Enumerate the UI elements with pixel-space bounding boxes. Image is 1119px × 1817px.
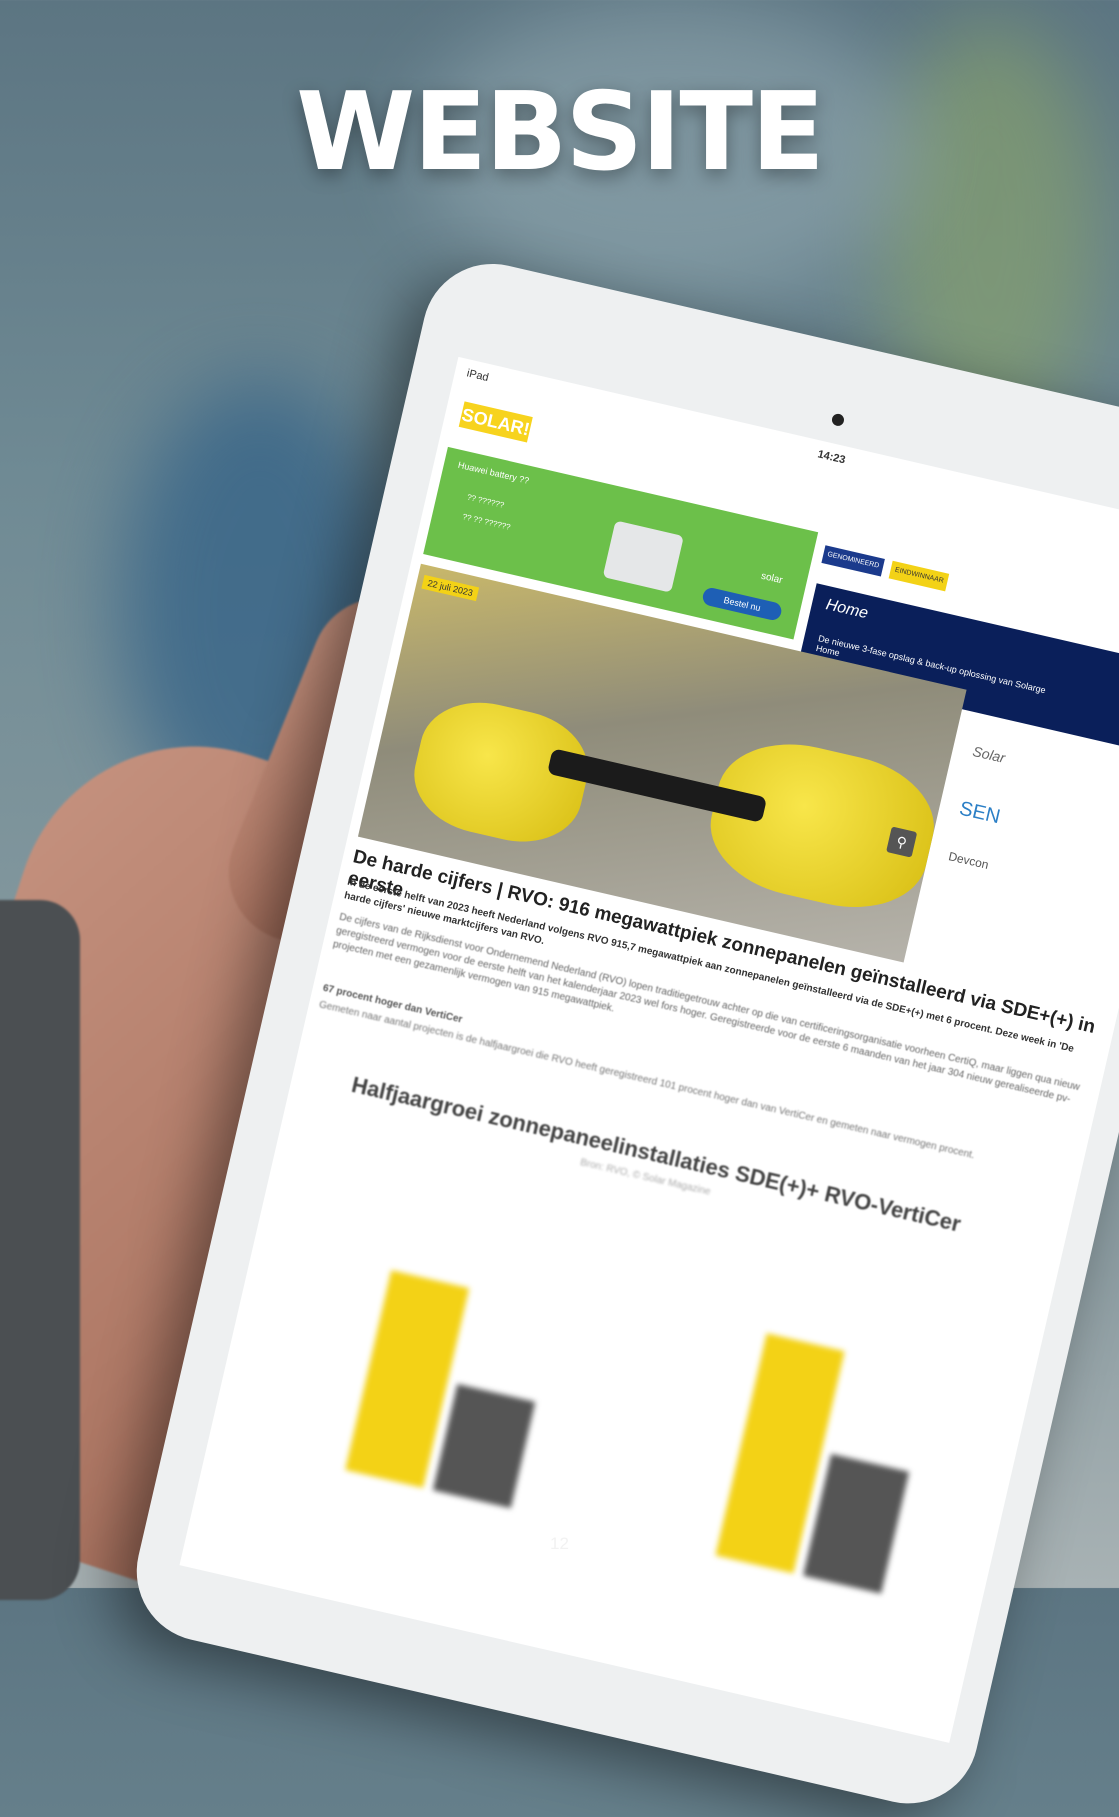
- chart-bar: [803, 1453, 910, 1594]
- site-logo[interactable]: SOLAR!: [458, 401, 533, 443]
- date-badge: 22 juli 2023: [421, 574, 480, 602]
- side-ad-logo: Home: [824, 596, 870, 623]
- banner-point: ?? ?? ??????: [461, 512, 512, 532]
- sidebar-title: Solar: [971, 742, 1007, 766]
- product-image: [602, 520, 684, 593]
- sponsor-logo[interactable]: SEN: [957, 798, 1119, 865]
- page-number: 12: [550, 1534, 569, 1553]
- device-label: iPad: [465, 367, 490, 385]
- award-badge: GENOMINEERD: [821, 545, 885, 577]
- page-title: WEBSITE: [296, 70, 825, 195]
- front-camera: [830, 412, 846, 428]
- sleeve: [0, 900, 80, 1600]
- chart-bar: [432, 1384, 536, 1509]
- banner-point: ?? ??????: [466, 492, 506, 510]
- banner-brand: solar: [759, 570, 784, 587]
- status-clock: 14:23: [816, 448, 847, 467]
- sponsor-logo[interactable]: Devcon: [947, 849, 1119, 908]
- award-badge: EINDWINNAAR: [888, 560, 950, 592]
- order-button[interactable]: Bestel nu: [701, 586, 784, 622]
- glove-right: [698, 727, 947, 924]
- banner-title: Huawei battery ??: [457, 459, 531, 486]
